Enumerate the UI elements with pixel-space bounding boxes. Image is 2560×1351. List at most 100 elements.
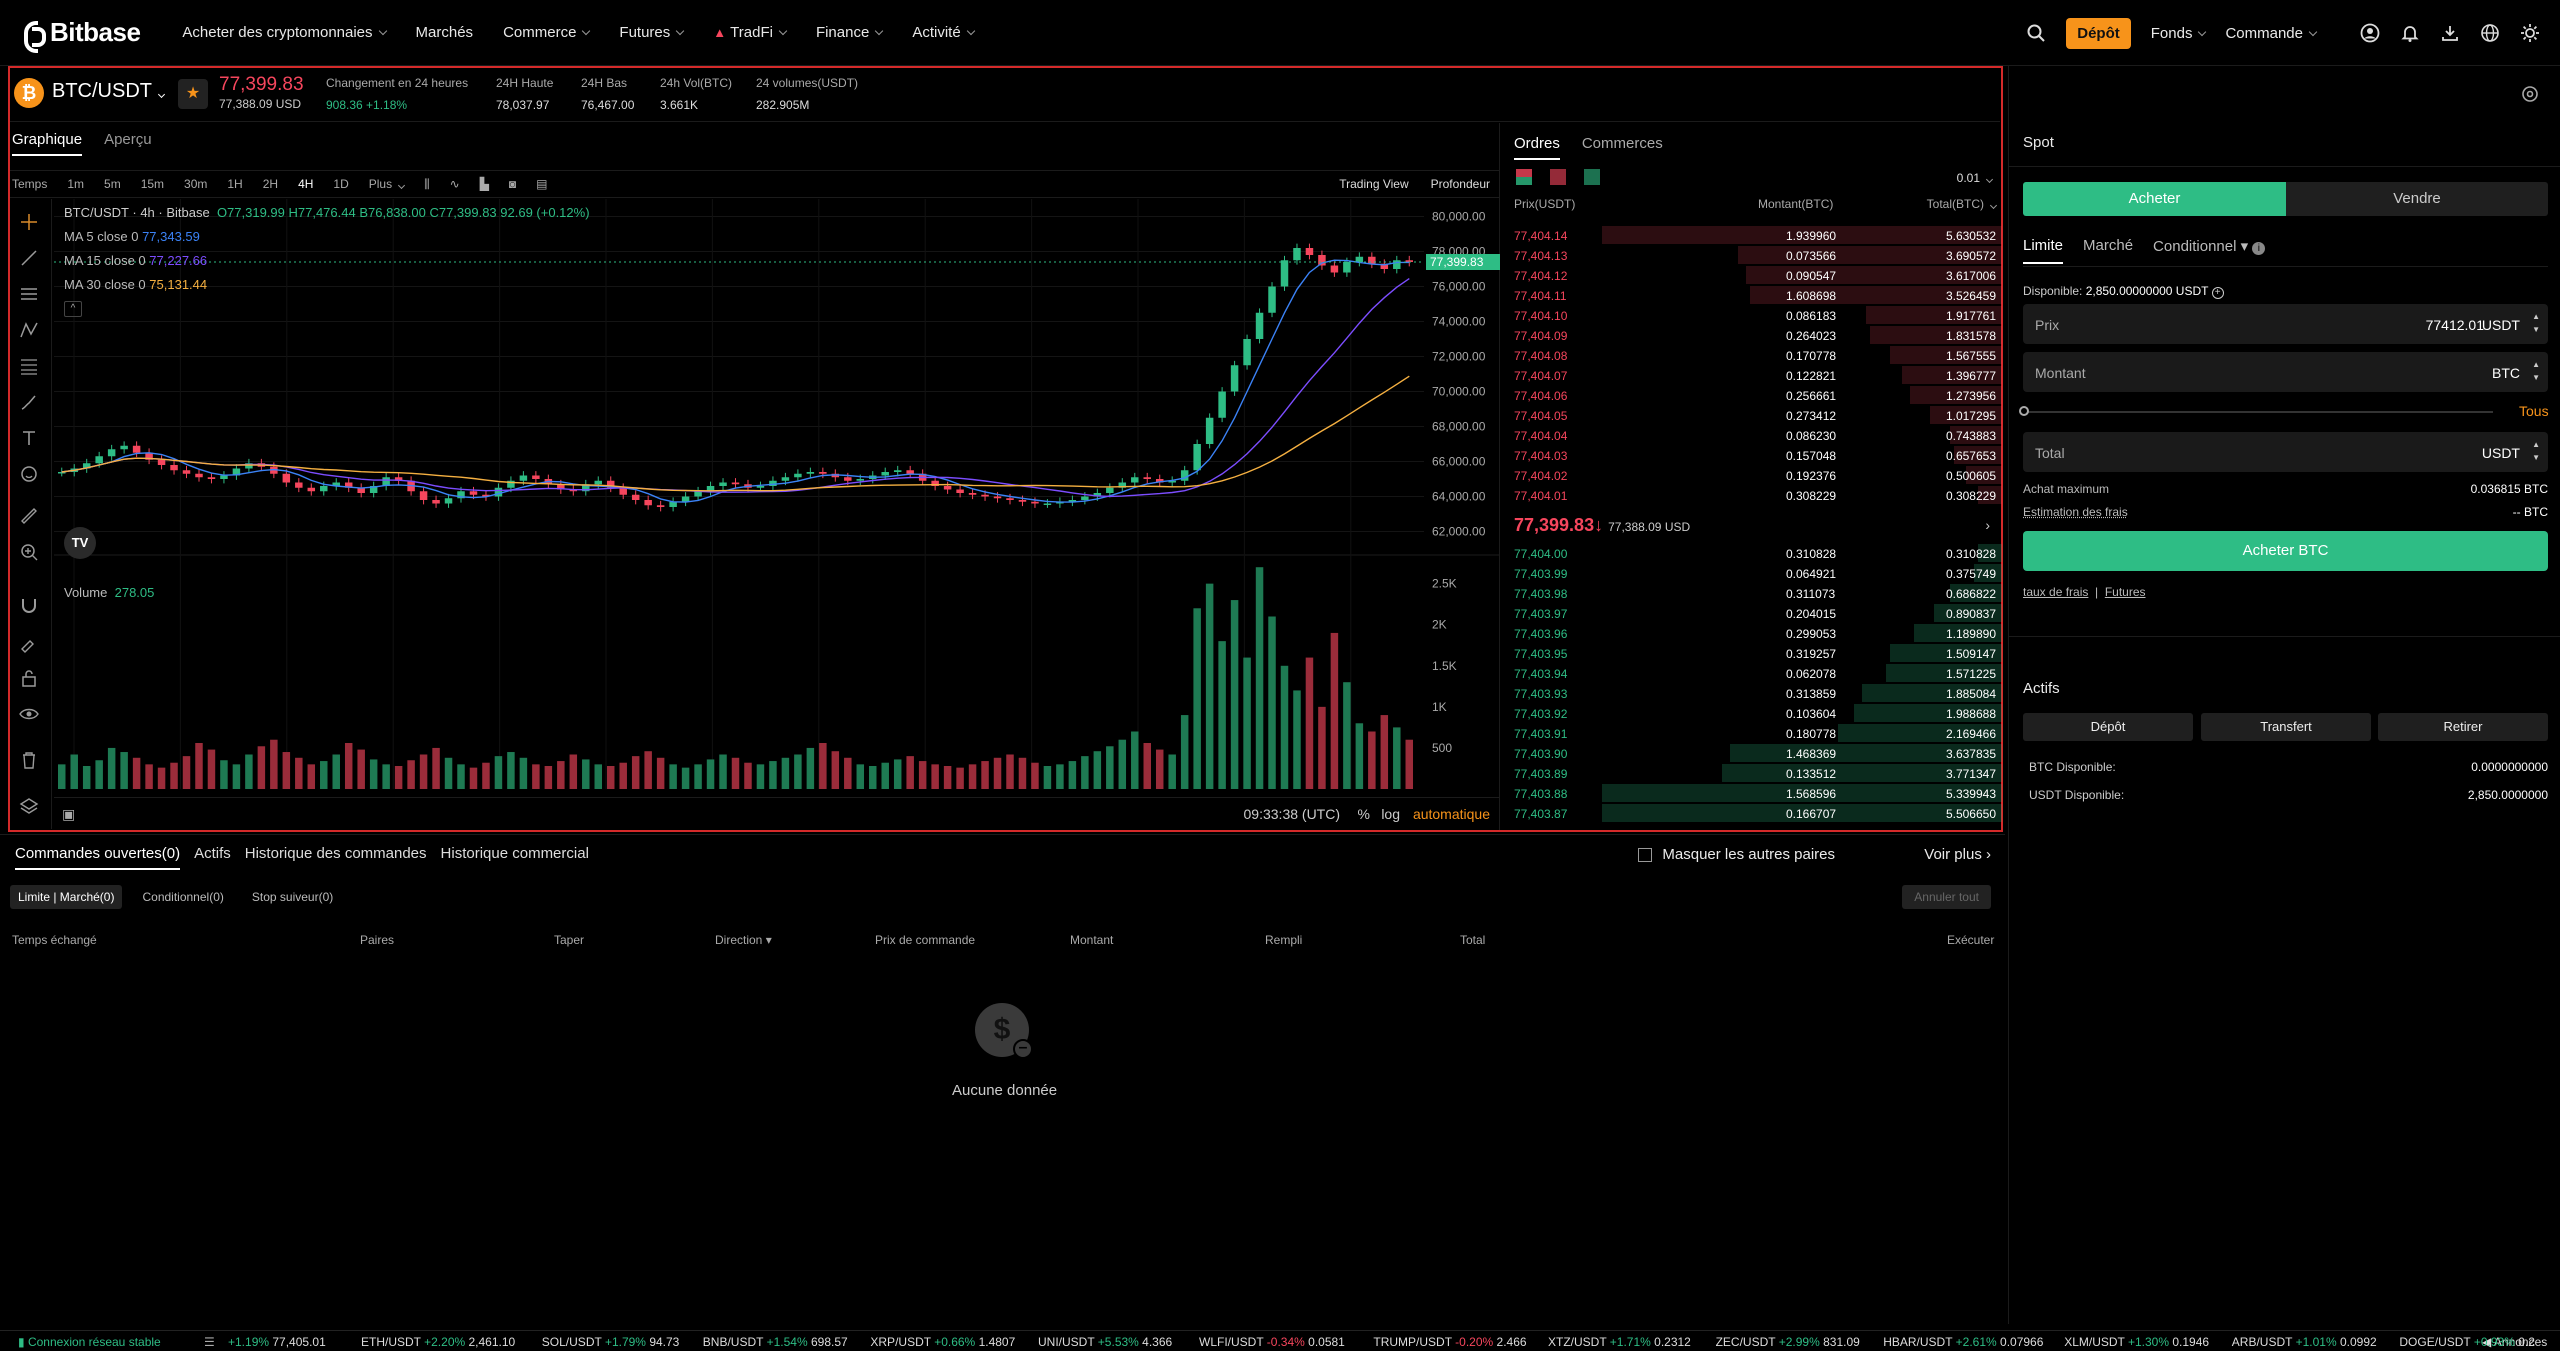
fibonacci-icon[interactable] <box>18 355 44 381</box>
camera-icon[interactable]: ◙ <box>509 177 516 191</box>
depth-toggle[interactable]: Profondeur <box>1431 177 1490 191</box>
pair-selector[interactable]: BTC/USDT <box>52 80 164 103</box>
pattern-icon[interactable] <box>18 319 44 345</box>
interval-1h[interactable]: 1H <box>227 177 242 191</box>
slider-all-button[interactable]: Tous <box>2519 403 2549 419</box>
ask-row[interactable]: 77,404.13 0.073566 3.690572 <box>1502 245 2002 265</box>
view-bids-icon[interactable] <box>1584 169 1600 185</box>
interval-15m[interactable]: 15m <box>141 177 164 191</box>
subtab-trailing-stop[interactable]: Stop suiveur(0) <box>244 885 341 909</box>
asset-withdraw-button[interactable]: Retirer <box>2378 713 2548 741</box>
zoom-icon[interactable] <box>18 541 44 567</box>
cancel-all-button[interactable]: Annuler tout <box>1902 885 1991 909</box>
info-icon[interactable]: i <box>2252 242 2265 255</box>
search-icon[interactable] <box>2026 23 2046 43</box>
order-type-limit[interactable]: Limite <box>2023 237 2063 264</box>
footer-ticker[interactable]: UNI/USDT +5.53% 4.366 <box>1038 1335 1172 1349</box>
bid-row[interactable]: 77,403.93 0.313859 1.885084 <box>1502 683 2002 703</box>
ask-row[interactable]: 77,404.01 0.308229 0.308229 <box>1502 485 2002 505</box>
deposit-button[interactable]: Dépôt <box>2066 18 2131 49</box>
tab-trade-history[interactable]: Historique commercial <box>441 845 589 870</box>
bid-row[interactable]: 77,403.99 0.064921 0.375749 <box>1502 563 2002 583</box>
bid-row[interactable]: 77,403.92 0.103604 1.988688 <box>1502 703 2002 723</box>
menu-futures[interactable]: Futures <box>619 24 683 41</box>
brush-icon[interactable] <box>18 391 44 417</box>
emoji-icon[interactable] <box>18 463 44 489</box>
bid-row[interactable]: 77,403.94 0.062078 1.571225 <box>1502 663 2002 683</box>
bid-row[interactable]: 77,403.90 1.468369 3.637835 <box>1502 743 2002 763</box>
col-direction[interactable]: Direction ▾ <box>715 933 772 947</box>
crosshair-icon[interactable] <box>18 211 44 237</box>
collapse-legend-icon[interactable]: ^ <box>64 301 82 317</box>
magnet-icon[interactable] <box>18 595 44 621</box>
stepper-icon[interactable]: ▲ ▼ <box>2532 358 2540 384</box>
ask-row[interactable]: 77,404.04 0.086230 0.743883 <box>1502 425 2002 445</box>
draw-lock-icon[interactable] <box>18 631 44 657</box>
ask-row[interactable]: 77,404.10 0.086183 1.917761 <box>1502 305 2002 325</box>
price-chart[interactable]: 80,000.00 78,000.00 76,000.00 74,000.00 72,0… <box>54 199 1500 797</box>
layout-icon[interactable]: ▤ <box>536 177 547 191</box>
order-menu[interactable]: Commande <box>2225 25 2316 42</box>
ask-row[interactable]: 77,404.02 0.192376 0.500605 <box>1502 465 2002 485</box>
ask-row[interactable]: 77,404.14 1.939960 5.630532 <box>1502 225 2002 245</box>
order-type-conditional[interactable]: Conditionnel ▾ i <box>2153 237 2265 264</box>
bid-row[interactable]: 77,403.95 0.319257 1.509147 <box>1502 643 2002 663</box>
more-intervals[interactable]: Plus <box>369 177 404 191</box>
subtab-conditional[interactable]: Conditionnel(0) <box>134 885 231 909</box>
fee-estimate-label[interactable]: Estimation des frais <box>2023 505 2128 519</box>
footer-ticker[interactable]: BNB/USDT +1.54% 698.57 <box>703 1335 848 1349</box>
bid-row[interactable]: 77,403.98 0.311073 0.686822 <box>1502 583 2002 603</box>
trash-icon[interactable] <box>18 749 44 775</box>
slider-handle[interactable] <box>2019 406 2029 416</box>
buy-tab-button[interactable]: Acheter <box>2023 182 2286 216</box>
footer-ticker[interactable]: ZEC/USDT +2.99% 831.09 <box>1716 1335 1860 1349</box>
view-both-icon[interactable] <box>1516 169 1532 185</box>
footer-ticker[interactable]: WLFI/USDT -0.34% 0.0581 <box>1199 1335 1345 1349</box>
view-asks-icon[interactable] <box>1550 169 1566 185</box>
tab-open-orders[interactable]: Commandes ouvertes(0) <box>15 845 180 870</box>
footer-ticker[interactable]: TRUMP/USDT -0.20% 2.466 <box>1373 1335 1526 1349</box>
bid-row[interactable]: 77,403.88 1.568596 5.339943 <box>1502 783 2002 803</box>
sell-tab-button[interactable]: Vendre <box>2286 182 2548 216</box>
footer-ticker[interactable]: ETH/USDT +2.20% 2,461.10 <box>361 1335 515 1349</box>
lock-icon[interactable] <box>18 667 44 693</box>
footer-ticker[interactable]: ARB/USDT +1.01% 0.0992 <box>2232 1335 2377 1349</box>
menu-tradfi[interactable]: ▲ TradFi <box>713 24 786 41</box>
bid-row[interactable]: 77,403.97 0.204015 0.890837 <box>1502 603 2002 623</box>
eye-icon[interactable] <box>18 703 44 729</box>
amount-slider[interactable] <box>2023 411 2493 413</box>
stepper-icon[interactable]: ▲ ▼ <box>2532 438 2540 464</box>
horizontal-lines-icon[interactable] <box>18 283 44 309</box>
interval-2h[interactable]: 2H <box>263 177 278 191</box>
favorite-star-icon[interactable]: ★ <box>178 79 208 109</box>
brand-logo[interactable]: Bitbase <box>22 17 140 48</box>
footer-ticker[interactable]: XLM/USDT +1.30% 0.1946 <box>2064 1335 2209 1349</box>
checkbox-icon[interactable] <box>1638 848 1652 862</box>
ask-row[interactable]: 77,404.03 0.157048 0.657653 <box>1502 445 2002 465</box>
layers-icon[interactable] <box>18 795 44 821</box>
tab-order-history[interactable]: Historique des commandes <box>245 845 427 870</box>
trendline-icon[interactable] <box>18 247 44 273</box>
ask-row[interactable]: 77,404.09 0.264023 1.831578 <box>1502 325 2002 345</box>
total-input[interactable]: Total USDT ▲ ▼ <box>2023 432 2548 472</box>
interval-30m[interactable]: 30m <box>184 177 207 191</box>
add-funds-icon[interactable]: + <box>2212 287 2224 299</box>
trading-view-toggle[interactable]: Trading View <box>1339 177 1408 191</box>
bid-row[interactable]: 77,404.00 0.310828 0.310828 <box>1502 543 2002 563</box>
indicators-icon[interactable]: ∿ <box>450 177 460 191</box>
menu-finance[interactable]: Finance <box>816 24 882 41</box>
see-more-link[interactable]: Voir plus › <box>1924 846 1991 863</box>
footer-ticker[interactable]: DOGE/USDT +0.93% 0.2 <box>2399 1335 2535 1349</box>
menu-activity[interactable]: Activité <box>912 24 973 41</box>
price-input[interactable]: Prix 77412.01 USDT ▲ ▼ <box>2023 304 2548 344</box>
tab-trades[interactable]: Commerces <box>1582 135 1663 160</box>
tab-chart[interactable]: Graphique <box>12 131 82 156</box>
globe-icon[interactable] <box>2480 23 2500 43</box>
bid-row[interactable]: 77,403.87 0.166707 5.506650 <box>1502 803 2002 823</box>
chart-style-icon[interactable]: ▙ <box>480 177 489 191</box>
futures-link[interactable]: Futures <box>2105 585 2146 599</box>
chevron-right-icon[interactable]: › <box>1985 517 1990 533</box>
hide-pairs-toggle[interactable]: Masquer les autres paires <box>1638 846 1835 863</box>
bell-icon[interactable] <box>2400 23 2420 43</box>
stepper-icon[interactable]: ▲ ▼ <box>2532 310 2540 336</box>
